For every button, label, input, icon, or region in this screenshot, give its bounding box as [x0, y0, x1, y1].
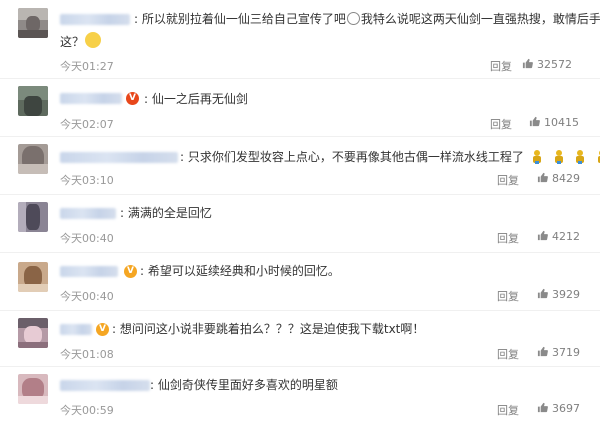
comment-text: : 希望可以延续经典和小时候的回忆。	[140, 264, 340, 278]
comment-time: 今天00:40	[60, 232, 114, 245]
comment-time: 今天00:59	[60, 404, 114, 417]
reply-button[interactable]: 回复	[490, 58, 512, 74]
reply-button[interactable]: 回复	[497, 402, 519, 418]
reply-button[interactable]: 回复	[497, 230, 519, 246]
like-count: 10415	[544, 116, 579, 129]
verified-badge-icon: V	[124, 265, 137, 278]
thumb-up-icon	[537, 288, 548, 299]
divider	[0, 366, 600, 367]
username-blurred[interactable]	[60, 152, 178, 163]
comment-text: : 只求你们发型妆容上点心，不要再像其他古偶一样流水线工程了	[180, 148, 600, 166]
verified-badge-icon: V	[126, 92, 139, 105]
username-blurred[interactable]	[60, 266, 118, 277]
username-blurred[interactable]	[60, 208, 116, 219]
comment-item: V : 想问问这小说非要跳着拍么？？？这是迫使我下载txt啊！ 今天01:08 …	[0, 312, 600, 368]
smile-emoji-icon	[85, 32, 102, 48]
comment-text: : 仙一之后再无仙剑	[144, 92, 248, 106]
reply-button[interactable]: 回复	[497, 346, 519, 362]
avatar[interactable]	[18, 318, 48, 348]
like-button[interactable]: 10415	[529, 116, 579, 129]
like-count: 32572	[537, 58, 572, 71]
comment-item: V : 希望可以延续经典和小时候的回忆。 今天00:40 回复 3929	[0, 256, 600, 312]
like-count: 3929	[552, 288, 580, 301]
avatar[interactable]	[18, 8, 48, 38]
comment-time: 今天01:27	[60, 60, 114, 73]
username-blurred[interactable]	[60, 380, 150, 391]
comment-time: 今天01:08	[60, 348, 114, 361]
like-button[interactable]: 3697	[537, 402, 580, 415]
comment-time: 今天02:07	[60, 118, 114, 131]
like-button[interactable]: 3929	[537, 288, 580, 301]
gold-figure-emoji-icon	[598, 150, 600, 163]
avatar[interactable]	[18, 86, 48, 116]
divider	[0, 310, 600, 311]
divider	[0, 78, 600, 79]
reply-button[interactable]: 回复	[490, 116, 512, 132]
comment-time: 今天00:40	[60, 290, 114, 303]
comment-text: : 满满的全是回忆	[120, 206, 212, 220]
avatar[interactable]	[18, 144, 48, 174]
comment-text: : 想问问这小说非要跳着拍么？？？这是迫使我下载txt啊！	[112, 322, 425, 336]
thumb-up-icon	[537, 402, 548, 413]
comment-list: : 所以就别拉着仙一仙三给自己宣传了吧 我特么说呢这两天仙剑一直强热搜，敢情后手在…	[0, 0, 600, 424]
comment-item: : 仙剑奇侠传里面好多喜欢的明星额 今天00:59 回复 3697	[0, 370, 600, 426]
like-count: 4212	[552, 230, 580, 243]
reply-button[interactable]: 回复	[497, 288, 519, 304]
gold-figure-emoji-icon	[532, 150, 541, 164]
gold-figure-emoji-icon	[576, 150, 585, 164]
smile-emoji-icon	[346, 12, 360, 25]
thumb-up-icon	[522, 58, 533, 69]
reply-button[interactable]: 回复	[497, 172, 519, 188]
divider	[0, 136, 600, 137]
avatar[interactable]	[18, 202, 48, 232]
username-blurred[interactable]	[60, 324, 92, 335]
thumb-up-icon	[537, 230, 548, 241]
divider	[0, 252, 600, 253]
comment-item: : 满满的全是回忆 今天00:40 回复 4212	[0, 198, 600, 254]
comment-item: : 只求你们发型妆容上点心，不要再像其他古偶一样流水线工程了 今天03:10 回…	[0, 140, 600, 196]
gold-figure-emoji-icon	[554, 150, 563, 164]
like-count: 3719	[552, 346, 580, 359]
thumb-up-icon	[537, 346, 548, 357]
comment-text: : 所以就别拉着仙一仙三给自己宣传了吧 我特么说呢这两天仙剑一直强热搜，敢情后手在	[134, 12, 600, 26]
avatar[interactable]	[18, 374, 48, 404]
comment-item: V : 仙一之后再无仙剑 今天02:07 回复 10415	[0, 82, 600, 138]
verified-badge-icon: V	[96, 323, 109, 336]
username-blurred[interactable]	[60, 93, 122, 104]
divider	[0, 194, 600, 195]
thumb-up-icon	[529, 116, 540, 127]
like-count: 8429	[552, 172, 580, 185]
like-button[interactable]: 4212	[537, 230, 580, 243]
thumb-up-icon	[537, 172, 548, 183]
comment-text: : 仙剑奇侠传里面好多喜欢的明星额	[150, 378, 338, 392]
like-button[interactable]: 32572	[522, 58, 572, 71]
like-button[interactable]: 3719	[537, 346, 580, 359]
comment-text-continuation: 这？	[60, 32, 102, 51]
comment-item: : 所以就别拉着仙一仙三给自己宣传了吧 我特么说呢这两天仙剑一直强热搜，敢情后手在…	[0, 0, 600, 73]
comment-time: 今天03:10	[60, 174, 114, 187]
like-count: 3697	[552, 402, 580, 415]
avatar[interactable]	[18, 262, 48, 292]
like-button[interactable]: 8429	[537, 172, 580, 185]
username-blurred[interactable]	[60, 14, 130, 25]
